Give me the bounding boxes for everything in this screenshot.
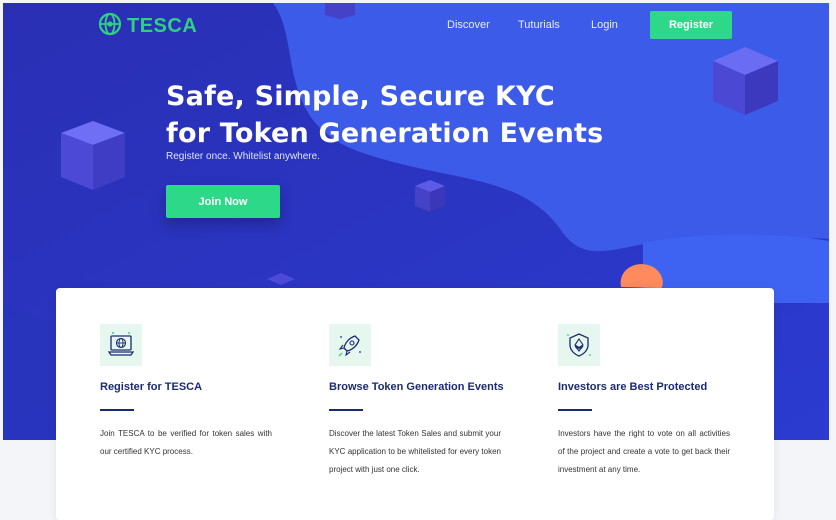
feature-description: Investors have the right to vote on all …: [558, 429, 730, 474]
shield-ethereum-icon: [558, 324, 600, 366]
nav-link-login[interactable]: Login: [591, 19, 618, 31]
cube-small: [415, 180, 445, 212]
nav-link-tutorials[interactable]: Tuturials: [518, 19, 560, 31]
headline-line-2: for Token Generation Events: [166, 118, 604, 149]
headline-line-1: Safe, Simple, Secure KYC: [166, 81, 555, 112]
laptop-globe-icon: [100, 324, 142, 366]
hero-headline: Safe, Simple, Secure KYC for Token Gener…: [166, 78, 603, 152]
feature-title: Browse Token Generation Events: [329, 381, 504, 393]
feature-divider: [558, 409, 592, 411]
feature-description: Discover the latest Token Sales and subm…: [329, 429, 501, 474]
join-now-button[interactable]: Join Now: [166, 185, 280, 218]
rocket-icon: [329, 324, 371, 366]
brand-name: TESCA: [127, 15, 198, 37]
register-button[interactable]: Register: [650, 11, 732, 39]
features-card: Register for TESCA Join TESCA to be veri…: [56, 288, 774, 520]
hero-subline: Register once. Whitelist anywhere.: [166, 151, 320, 162]
brand-logo[interactable]: TESCA: [97, 11, 197, 42]
feature-title: Register for TESCA: [100, 381, 203, 393]
cube-right: [713, 47, 778, 115]
top-nav: TESCA Discover Tuturials Login Register: [3, 3, 829, 51]
feature-title: Investors are Best Protected: [558, 381, 708, 393]
feature-description: Join TESCA to be verified for token sale…: [100, 429, 272, 456]
globe-logo-icon: [97, 11, 123, 42]
feature-divider: [329, 409, 363, 411]
nav-link-discover[interactable]: Discover: [447, 19, 490, 31]
cube-left: [61, 121, 125, 190]
feature-divider: [100, 409, 134, 411]
